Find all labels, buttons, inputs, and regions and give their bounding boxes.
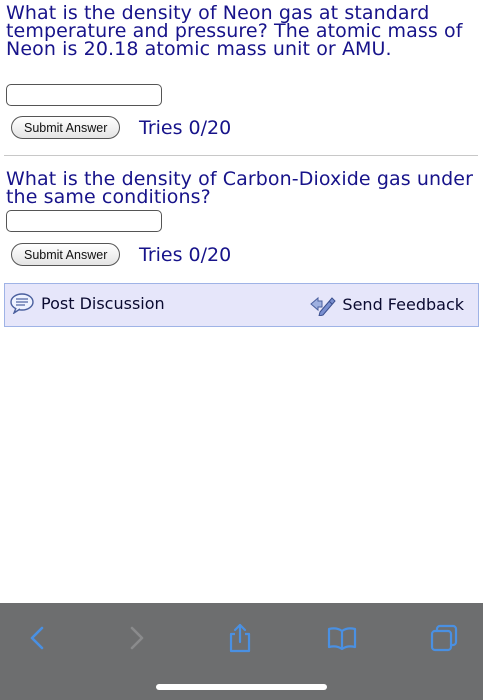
- question-2-text: What is the density of Carbon-Dioxide ga…: [6, 168, 474, 208]
- tries-2-counter: Tries 0/20: [139, 244, 232, 266]
- send-feedback-label: Send Feedback: [342, 294, 464, 314]
- tabs-icon: [430, 624, 458, 652]
- post-discussion-label: Post Discussion: [41, 293, 165, 313]
- answer-2-input[interactable]: [6, 210, 162, 232]
- answer-1-input[interactable]: [6, 84, 162, 106]
- discussion-feedback-bar: Post Discussion Send Feedback: [4, 283, 479, 327]
- forward-chevron-icon: [130, 626, 144, 650]
- tabs-button[interactable]: [427, 621, 461, 655]
- back-chevron-icon: [30, 626, 44, 650]
- browser-toolbar: [0, 603, 483, 700]
- submit-answer-1-button[interactable]: Submit Answer: [11, 116, 121, 139]
- submit-answer-2-button[interactable]: Submit Answer: [11, 243, 121, 266]
- question-1-text: What is the density of Neon gas at stand…: [6, 2, 463, 60]
- home-indicator: [156, 684, 327, 690]
- bookmarks-book-icon: [327, 627, 357, 651]
- back-button[interactable]: [20, 621, 54, 655]
- share-button[interactable]: [223, 621, 257, 655]
- tries-1-counter: Tries 0/20: [139, 117, 232, 139]
- bookmarks-button[interactable]: [325, 621, 359, 655]
- question-divider: [4, 155, 478, 156]
- post-discussion-link[interactable]: Post Discussion: [9, 292, 165, 314]
- feedback-pencil-icon: [308, 292, 337, 316]
- share-icon: [229, 623, 251, 653]
- forward-button[interactable]: [120, 621, 154, 655]
- discussion-bubble-icon: [9, 292, 35, 314]
- send-feedback-link[interactable]: Send Feedback: [308, 292, 464, 316]
